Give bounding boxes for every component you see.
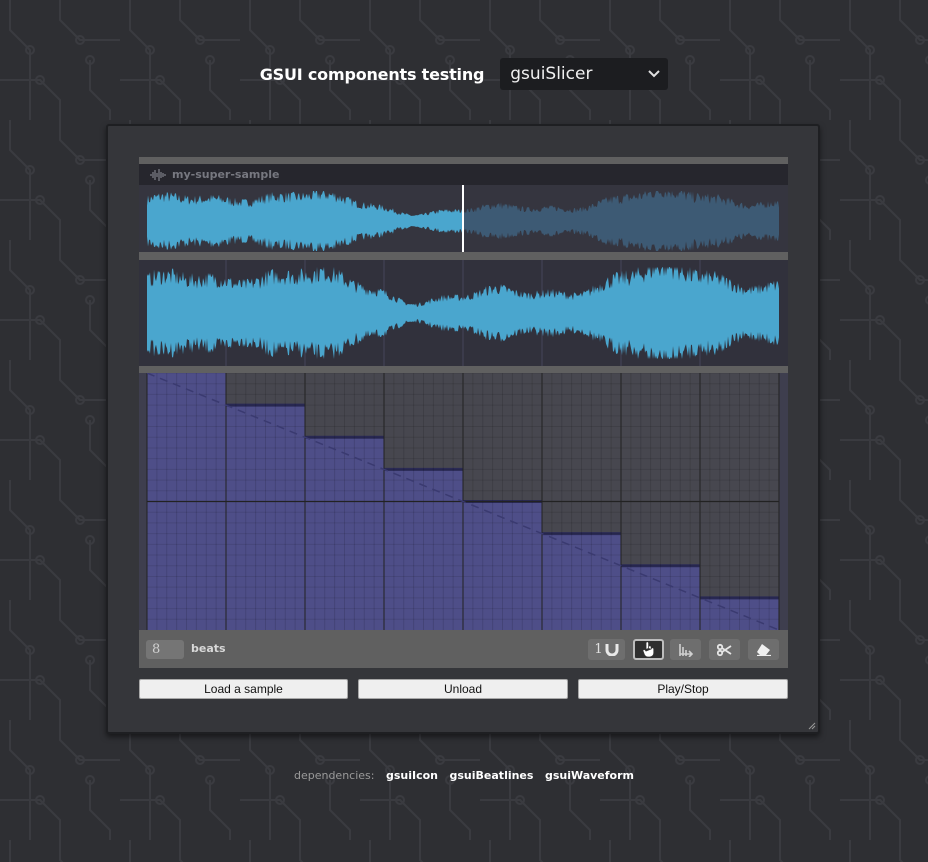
chevron-down-icon xyxy=(648,70,660,78)
unload-button[interactable]: Unload xyxy=(358,679,568,699)
load-sample-button[interactable]: Load a sample xyxy=(139,679,348,699)
playhead xyxy=(462,185,464,252)
play-stop-button[interactable]: Play/Stop xyxy=(578,679,788,699)
hand-tool-button[interactable] xyxy=(633,639,664,660)
slicer-toolbar: 8 beats 1 xyxy=(139,630,788,668)
sliced-waveform xyxy=(139,260,788,366)
magnet-tool-button[interactable]: 1 xyxy=(588,639,625,660)
dependency-link[interactable]: gsuiBeatlines xyxy=(450,769,534,782)
source-waveform[interactable] xyxy=(139,185,788,252)
dependencies-label: dependencies: xyxy=(293,769,375,782)
magnet-icon xyxy=(605,644,619,656)
component-select-value: gsuiSlicer xyxy=(510,64,593,84)
dependency-link[interactable]: gsuiWaveform xyxy=(545,769,634,782)
waveform-icon xyxy=(150,168,166,181)
eraser-tool-button[interactable] xyxy=(748,639,779,660)
scissors-tool-button[interactable] xyxy=(709,639,740,660)
slicer: my-super-sample 8 beats 1 xyxy=(139,157,788,668)
page-title: GSUI components testing xyxy=(259,64,485,84)
component-select[interactable]: gsuiSlicer xyxy=(500,58,669,90)
slice-arrow-icon xyxy=(678,643,693,657)
eraser-icon xyxy=(756,644,771,656)
source-bar: my-super-sample xyxy=(139,164,788,185)
sample-name: my-super-sample xyxy=(172,168,280,181)
page-header: GSUI components testing gsuiSlicer xyxy=(0,58,928,90)
magnet-value: 1 xyxy=(594,642,603,657)
beats-label: beats xyxy=(191,642,226,655)
dependency-link[interactable]: gsuiIcon xyxy=(386,769,438,782)
beats-input[interactable]: 8 xyxy=(146,640,184,659)
action-buttons: Load a sample Unload Play/Stop xyxy=(139,679,788,699)
slices-grid[interactable] xyxy=(139,373,788,630)
scissors-icon xyxy=(717,643,732,656)
dependencies: dependencies: gsuiIcon gsuiBeatlines gsu… xyxy=(0,769,928,782)
slice-tool-button[interactable] xyxy=(670,639,701,660)
resize-grip-icon[interactable] xyxy=(806,720,816,730)
hand-pointer-icon xyxy=(642,641,654,658)
